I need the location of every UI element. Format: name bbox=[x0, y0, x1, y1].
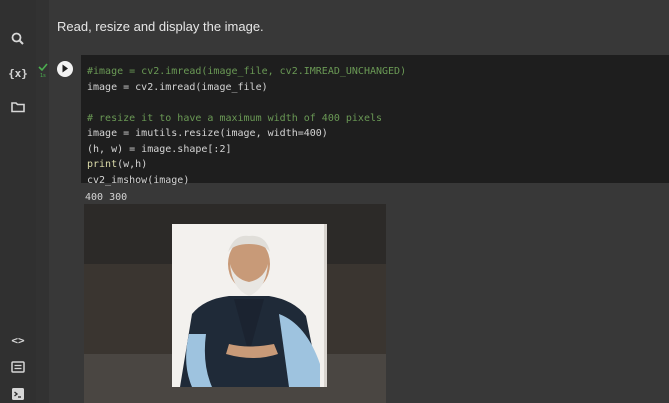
search-icon[interactable] bbox=[9, 30, 27, 48]
run-cell-button[interactable] bbox=[57, 61, 73, 77]
markdown-cell-text: Read, resize and display the image. bbox=[57, 19, 264, 34]
code-snippets-icon[interactable]: <> bbox=[6, 334, 30, 347]
variables-icon[interactable]: {x} bbox=[6, 67, 30, 80]
svg-text:1s: 1s bbox=[40, 73, 46, 79]
code-line: image = imutils.resize(image, width=400) bbox=[87, 128, 328, 139]
play-icon bbox=[61, 60, 69, 78]
code-line-print: print(w,h) bbox=[87, 157, 406, 173]
code-line: # resize it to have a maximum width of 4… bbox=[87, 112, 383, 124]
output-text: 400 300 bbox=[85, 192, 128, 203]
left-sidebar: {x} <> bbox=[0, 0, 37, 403]
code-editor[interactable]: #image = cv2.imread(image_file, cv2.IMRE… bbox=[87, 64, 406, 188]
execution-success-icon: 1s bbox=[37, 61, 49, 79]
terminal-icon[interactable] bbox=[9, 385, 27, 403]
code-cell[interactable]: #image = cv2.imread(image_file, cv2.IMRE… bbox=[81, 55, 669, 186]
code-line: image = cv2.imread(image_file) bbox=[87, 81, 268, 93]
code-line: (h, w) = image.shape[:2] bbox=[87, 143, 232, 155]
output-image bbox=[84, 204, 386, 403]
folder-icon[interactable] bbox=[9, 98, 27, 116]
print-args: (w,h) bbox=[117, 159, 148, 170]
command-palette-icon[interactable] bbox=[9, 358, 27, 376]
code-line: cv2_imshow(image) bbox=[87, 174, 190, 186]
print-keyword: print bbox=[87, 159, 118, 170]
code-line: #image = cv2.imread(image_file, cv2.IMRE… bbox=[87, 66, 407, 77]
